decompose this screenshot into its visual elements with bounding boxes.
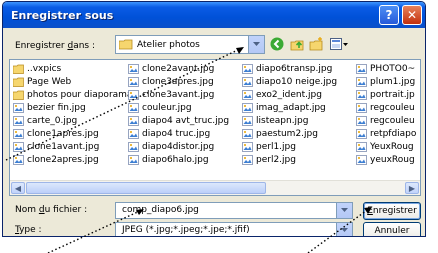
image-file-icon <box>242 154 253 165</box>
horizontal-scrollbar[interactable]: ◀ ▶ <box>10 180 420 195</box>
chevron-down-icon[interactable] <box>336 223 352 236</box>
image-file-icon <box>128 128 139 139</box>
folder-combo[interactable]: Atelier photos <box>115 35 265 54</box>
list-item[interactable]: diapo6transp.jpg <box>242 62 337 75</box>
list-item[interactable]: regcouleu <box>356 114 416 127</box>
image-file-icon <box>356 63 367 74</box>
list-item[interactable]: couleur.jpg <box>128 101 229 114</box>
image-file-icon <box>13 154 24 165</box>
new-folder-icon[interactable] <box>308 36 324 52</box>
list-item[interactable]: PHOTO0~ <box>356 62 416 75</box>
list-item[interactable]: diapo6halo.jpg <box>128 153 229 166</box>
file-column-1: ..vxpics Page Web photos pour diaporama … <box>12 62 132 166</box>
image-file-icon <box>128 115 139 126</box>
list-item[interactable]: imag_adapt.jpg <box>242 101 337 114</box>
title-bar[interactable]: Enregistrer sous ? ✕ <box>3 2 425 28</box>
file-column-3: diapo6transp.jpg diapo10 neige.jpg exo2_… <box>242 62 337 166</box>
cancel-button[interactable]: Annuler <box>363 222 421 236</box>
filename-input[interactable]: comp_diapo6.jpg <box>115 202 353 219</box>
list-item[interactable]: clone3avant.jpg <box>128 88 229 101</box>
file-type-select[interactable]: JPEG (*.jpg;*.jpeg;*.jpe;*.jfif) <box>115 222 353 236</box>
help-button[interactable]: ? <box>379 5 399 25</box>
up-folder-icon[interactable] <box>289 36 305 52</box>
image-file-icon <box>128 76 139 87</box>
list-item[interactable]: regcouleu <box>356 101 416 114</box>
image-file-icon <box>356 76 367 87</box>
filename-label: Nom du fichier : <box>15 205 88 215</box>
list-item[interactable]: retpfdiapo <box>356 127 416 140</box>
file-type-value: JPEG (*.jpg;*.jpeg;*.jpe;*.jfif) <box>122 225 250 235</box>
image-file-icon <box>242 128 253 139</box>
chevron-down-icon[interactable] <box>336 203 352 218</box>
scrollbar-thumb[interactable] <box>26 182 266 194</box>
back-icon[interactable] <box>269 36 285 52</box>
list-item[interactable]: clone1apres.jpg <box>13 127 132 140</box>
file-list[interactable]: ..vxpics Page Web photos pour diaporama … <box>9 59 421 196</box>
list-item[interactable]: yeuxRoug <box>356 153 416 166</box>
list-item[interactable]: clone2apres.jpg <box>13 153 132 166</box>
image-file-icon <box>242 76 253 87</box>
save-as-dialog: Enregistrer sous ? ✕ Enregistrer dans : … <box>2 1 426 237</box>
image-file-icon <box>242 102 253 113</box>
list-item[interactable]: diapo4distor.jpg <box>128 140 229 153</box>
list-item[interactable]: perl2.jpg <box>242 153 337 166</box>
list-item[interactable]: YeuxRoug <box>356 140 416 153</box>
list-item[interactable]: perl1.jpg <box>242 140 337 153</box>
list-item[interactable]: clone3apres.jpg <box>128 75 229 88</box>
image-file-icon <box>13 102 24 113</box>
list-item[interactable]: carte_0.jpg <box>13 114 132 127</box>
list-item[interactable]: plum1.jpg <box>356 75 416 88</box>
dialog-title: Enregistrer sous <box>11 8 114 22</box>
file-column-4: PHOTO0~ plum1.jpg portrait.jp regcouleu … <box>356 62 416 166</box>
list-item[interactable]: portrait.jp <box>356 88 416 101</box>
image-file-icon <box>356 154 367 165</box>
image-file-icon <box>128 63 139 74</box>
image-file-icon <box>242 63 253 74</box>
image-file-icon <box>356 115 367 126</box>
list-item[interactable]: bezier fin.jpg <box>13 101 132 114</box>
chevron-down-icon[interactable] <box>248 36 264 53</box>
folder-icon <box>12 77 24 87</box>
list-item[interactable]: exo2_ident.jpg <box>242 88 337 101</box>
folder-icon <box>119 39 133 50</box>
list-item[interactable]: photos pour diaporama <box>12 88 132 101</box>
save-button-label: Enregistrer <box>367 206 417 216</box>
list-item[interactable]: ..vxpics <box>12 62 132 75</box>
scroll-left-icon[interactable]: ◀ <box>11 182 25 194</box>
save-button[interactable]: Enregistrer <box>363 202 421 220</box>
list-item[interactable]: Page Web <box>12 75 132 88</box>
scroll-right-icon[interactable]: ▶ <box>405 182 419 194</box>
image-file-icon <box>356 89 367 100</box>
file-column-2: clone2avant.jpg clone3apres.jpg clone3av… <box>128 62 229 166</box>
image-file-icon <box>356 102 367 113</box>
image-file-icon <box>13 115 24 126</box>
list-item[interactable]: clone1avant.jpg <box>13 140 132 153</box>
folder-icon <box>12 90 24 100</box>
list-item[interactable]: diapo10 neige.jpg <box>242 75 337 88</box>
image-file-icon <box>356 141 367 152</box>
folder-icon <box>12 64 24 74</box>
image-file-icon <box>242 89 253 100</box>
image-file-icon <box>128 141 139 152</box>
list-item[interactable]: listeapn.jpg <box>242 114 337 127</box>
image-file-icon <box>128 89 139 100</box>
save-in-label: Enregistrer dans : <box>15 41 95 51</box>
view-menu-icon[interactable] <box>329 36 349 52</box>
type-label: Type : <box>15 225 42 235</box>
list-item[interactable]: clone2avant.jpg <box>128 62 229 75</box>
image-file-icon <box>13 128 24 139</box>
list-item[interactable]: diapo4 truc.jpg <box>128 127 229 140</box>
filename-value: comp_diapo6.jpg <box>122 205 199 215</box>
close-button[interactable]: ✕ <box>402 5 422 25</box>
image-file-icon <box>242 141 253 152</box>
image-file-icon <box>128 102 139 113</box>
image-file-icon <box>242 115 253 126</box>
list-item[interactable]: diapo4 avt_truc.jpg <box>128 114 229 127</box>
image-file-icon <box>356 128 367 139</box>
image-file-icon <box>13 141 24 152</box>
image-file-icon <box>128 154 139 165</box>
list-item[interactable]: paestum2.jpg <box>242 127 337 140</box>
save-in-row: Enregistrer dans : <box>15 36 95 56</box>
folder-combo-value: Atelier photos <box>137 39 200 50</box>
